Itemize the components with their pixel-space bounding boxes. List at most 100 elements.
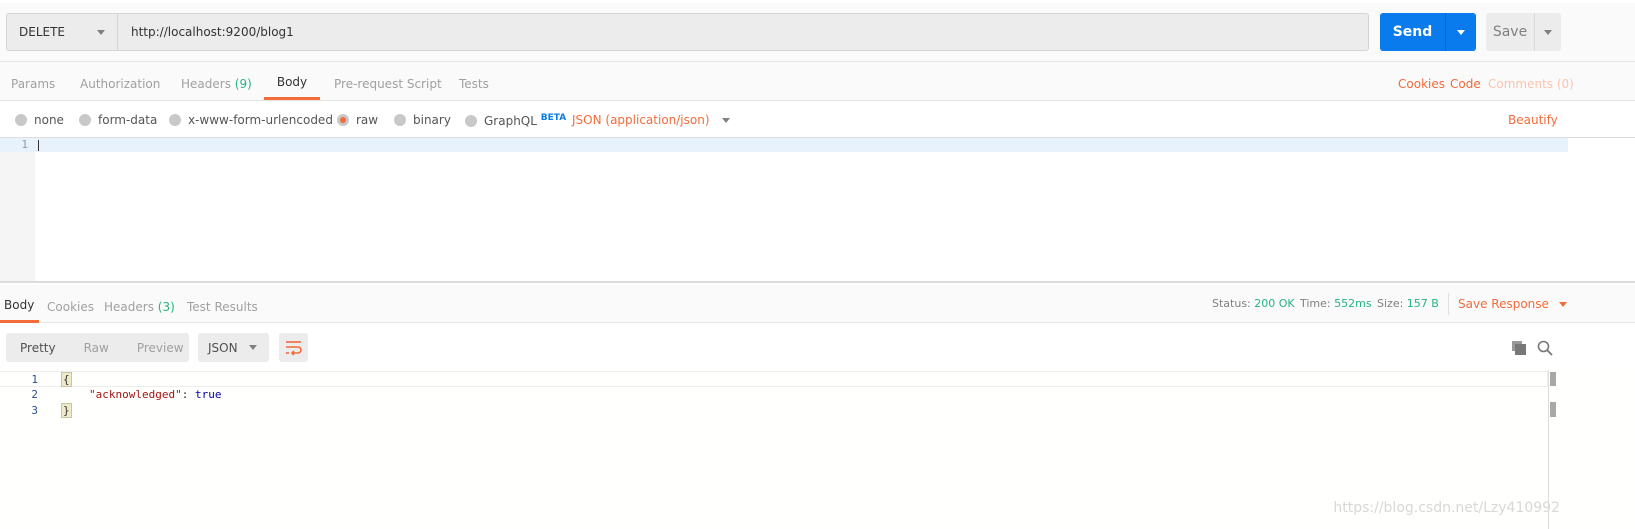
brace: } bbox=[61, 403, 72, 418]
code-link[interactable]: Code bbox=[1450, 62, 1481, 106]
scrollbar-marker bbox=[1550, 402, 1556, 417]
cookies-link[interactable]: Cookies bbox=[1398, 62, 1445, 106]
time-value: 552ms bbox=[1334, 297, 1372, 310]
url-input[interactable]: http://localhost:9200/blog1 bbox=[117, 13, 1369, 51]
tab-response-cookies[interactable]: Cookies bbox=[47, 285, 94, 323]
tab-response-body[interactable]: Body bbox=[0, 285, 39, 323]
radio-icon bbox=[169, 114, 181, 126]
json-colon: : bbox=[181, 388, 195, 401]
status-value: 200 OK bbox=[1254, 297, 1295, 310]
copy-icon[interactable] bbox=[1511, 340, 1527, 356]
code-line: 3} bbox=[0, 403, 1548, 419]
tab-params[interactable]: Params bbox=[11, 62, 55, 100]
response-tabs: Body Cookies Headers (3) Test Results St… bbox=[0, 285, 1635, 323]
save-button[interactable]: Save bbox=[1486, 13, 1561, 51]
line-number: 2 bbox=[31, 388, 38, 401]
radio-urlencoded[interactable]: x-www-form-urlencoded bbox=[169, 113, 333, 127]
radio-label: raw bbox=[356, 113, 379, 127]
radio-none[interactable]: none bbox=[15, 113, 64, 127]
format-select[interactable]: JSON bbox=[198, 333, 269, 362]
radio-label: x-www-form-urlencoded bbox=[188, 113, 333, 127]
view-pretty[interactable]: Pretty bbox=[6, 341, 70, 355]
size-label: Size: bbox=[1377, 297, 1404, 310]
send-label[interactable]: Send bbox=[1380, 13, 1446, 51]
tab-label: Headers bbox=[181, 77, 231, 91]
size-info: Size: 157 B bbox=[1377, 285, 1439, 323]
request-tabs: Params Authorization Headers (9) Body Pr… bbox=[0, 62, 1635, 101]
send-dropdown[interactable] bbox=[1446, 13, 1476, 51]
radio-icon bbox=[465, 114, 477, 127]
request-bar: DELETE http://localhost:9200/blog1 Send … bbox=[0, 0, 1635, 62]
view-raw[interactable]: Raw bbox=[70, 341, 123, 355]
tab-authorization[interactable]: Authorization bbox=[80, 62, 160, 100]
watermark: https://blog.csdn.net/Lzy410992 bbox=[1333, 500, 1560, 516]
text-cursor bbox=[38, 140, 39, 151]
beta-badge: BETA bbox=[540, 113, 567, 123]
format-value: JSON bbox=[208, 340, 238, 355]
tab-pre-request-script[interactable]: Pre-request Script bbox=[334, 62, 442, 100]
content-type-select[interactable]: JSON (application/json) bbox=[572, 113, 730, 127]
tab-tests[interactable]: Tests bbox=[459, 62, 489, 100]
divider bbox=[1448, 293, 1449, 315]
radio-icon bbox=[79, 114, 91, 126]
tab-headers[interactable]: Headers (9) bbox=[181, 62, 252, 100]
brace: { bbox=[61, 372, 72, 387]
radio-label: form-data bbox=[98, 113, 158, 127]
response-toolbar: Pretty Raw Preview JSON bbox=[0, 323, 1635, 370]
tab-label: Headers bbox=[104, 300, 154, 314]
save-dropdown[interactable] bbox=[1535, 13, 1561, 51]
radio-label: binary bbox=[413, 113, 451, 127]
save-response-label: Save Response bbox=[1458, 297, 1549, 311]
tab-test-results[interactable]: Test Results bbox=[187, 285, 258, 323]
code-line: 2 "acknowledged": true bbox=[0, 387, 1548, 403]
time-label: Time: bbox=[1300, 297, 1331, 310]
body-type-options: none form-data x-www-form-urlencoded raw… bbox=[0, 101, 1635, 138]
active-line bbox=[0, 138, 1568, 152]
view-mode-segment: Pretty Raw Preview bbox=[6, 333, 189, 362]
wrap-lines-button[interactable] bbox=[279, 333, 308, 362]
radio-graphql[interactable]: GraphQL BETA bbox=[465, 113, 566, 128]
chevron-down-icon bbox=[249, 345, 257, 350]
method-value: DELETE bbox=[19, 25, 66, 39]
headers-count: (9) bbox=[234, 77, 252, 91]
headers-count: (3) bbox=[157, 300, 175, 314]
tab-body[interactable]: Body bbox=[264, 62, 320, 100]
radio-form-data[interactable]: form-data bbox=[79, 113, 157, 127]
chevron-down-icon bbox=[721, 117, 730, 123]
tab-response-headers[interactable]: Headers (3) bbox=[104, 285, 175, 323]
line-number: 3 bbox=[31, 404, 38, 417]
chevron-down-icon bbox=[97, 29, 105, 35]
radio-raw[interactable]: raw bbox=[337, 113, 378, 127]
chevron-down-icon bbox=[1558, 301, 1567, 307]
line-number: 1 bbox=[31, 373, 38, 386]
radio-binary[interactable]: binary bbox=[394, 113, 451, 127]
wrap-icon bbox=[286, 341, 302, 356]
scrollbar-thumb[interactable] bbox=[1550, 372, 1556, 386]
line-number: 1 bbox=[21, 138, 28, 151]
content-type-value: JSON (application/json) bbox=[572, 113, 710, 127]
url-value: http://localhost:9200/blog1 bbox=[131, 25, 294, 39]
save-label[interactable]: Save bbox=[1486, 13, 1535, 51]
code-line: 1{ bbox=[0, 371, 1548, 387]
beautify-label: Beautify bbox=[1508, 113, 1558, 127]
method-select[interactable]: DELETE bbox=[6, 13, 118, 51]
save-response-button[interactable]: Save Response bbox=[1458, 285, 1567, 323]
json-key: "acknowledged" bbox=[89, 388, 182, 401]
time-info: Time: 552ms bbox=[1300, 285, 1372, 323]
radio-icon bbox=[394, 114, 406, 126]
radio-icon bbox=[15, 114, 27, 126]
chevron-down-icon bbox=[1457, 29, 1465, 35]
radio-label: GraphQL bbox=[484, 114, 537, 128]
radio-selected-icon bbox=[337, 114, 349, 126]
line-gutter bbox=[0, 138, 35, 281]
json-value: true bbox=[194, 388, 222, 401]
view-preview[interactable]: Preview bbox=[123, 341, 198, 355]
comments-link[interactable]: Comments (0) bbox=[1488, 62, 1574, 106]
size-value: 157 B bbox=[1406, 297, 1439, 310]
send-button[interactable]: Send bbox=[1380, 13, 1476, 51]
radio-label: none bbox=[34, 113, 64, 127]
search-icon[interactable] bbox=[1537, 340, 1553, 356]
beautify-link[interactable]: Beautify bbox=[1508, 113, 1558, 127]
status-info: Status: 200 OK bbox=[1212, 285, 1295, 323]
request-body-editor[interactable]: 1 bbox=[0, 138, 1635, 283]
